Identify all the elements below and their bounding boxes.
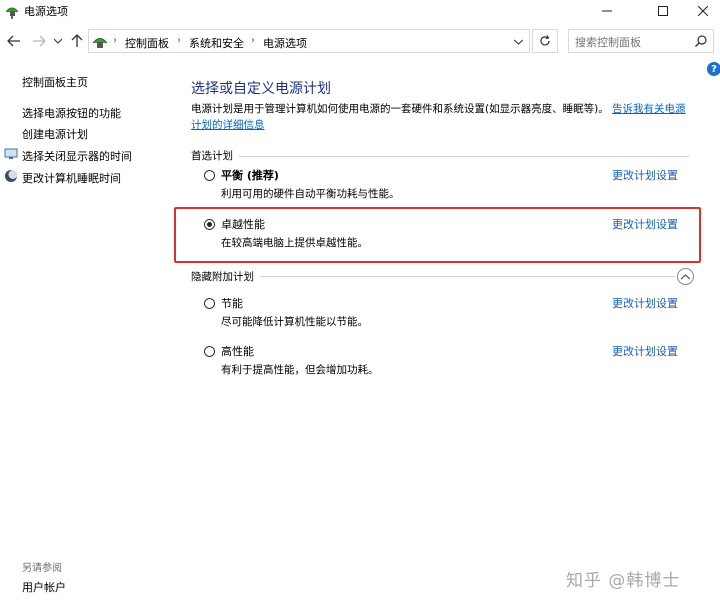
hidden-plans-label: 隐藏附加计划 <box>191 269 260 284</box>
plan-desc-ultimate-performance: 在较高端电脑上提供卓越性能。 <box>221 237 368 249</box>
refresh-button[interactable] <box>532 29 558 53</box>
choose-power-button-link[interactable]: 选择电源按钮的功能 <box>22 105 121 121</box>
breadcrumb-separator: › <box>113 35 117 46</box>
plan-desc-power-saver: 尽可能降低计算机性能以节能。 <box>221 316 368 328</box>
breadcrumb-separator: › <box>251 35 255 46</box>
close-button[interactable] <box>680 0 720 22</box>
page-description: 电源计划是用于管理计算机如何使用电源的一套硬件和系统设置(如显示器亮度、睡眠等)… <box>191 101 691 133</box>
up-button[interactable] <box>68 31 86 51</box>
page-title: 选择或自定义电源计划 <box>191 81 331 97</box>
breadcrumb-system-security[interactable]: 系统和安全 <box>189 35 244 51</box>
radio-ultimate-performance[interactable] <box>204 219 215 230</box>
arrow-left-icon <box>7 35 20 47</box>
monitor-icon <box>4 148 18 159</box>
breadcrumb-separator: › <box>177 35 181 46</box>
arrow-right-icon <box>33 35 46 47</box>
preferred-plans-label: 首选计划 <box>191 148 239 163</box>
forward-button[interactable] <box>30 31 48 51</box>
breadcrumb-control-panel[interactable]: 控制面板 <box>125 35 169 51</box>
maximize-icon <box>658 6 668 16</box>
help-icon[interactable]: ? <box>707 62 720 76</box>
recent-locations-button[interactable] <box>52 31 64 51</box>
divider <box>191 156 689 157</box>
minimize-button[interactable] <box>584 0 630 22</box>
radio-balanced[interactable] <box>204 170 215 181</box>
search-icon <box>695 35 707 47</box>
chevron-up-icon <box>681 273 690 279</box>
see-also-heading: 另请参阅 <box>22 563 62 574</box>
address-bar[interactable]: › 控制面板 › 系统和安全 › 电源选项 <box>88 29 530 53</box>
description-text: 电源计划是用于管理计算机如何使用电源的一套硬件和系统设置(如显示器亮度、睡眠等)… <box>191 103 609 115</box>
radio-power-saver[interactable] <box>204 298 215 309</box>
title-bar: 电源选项 <box>0 0 720 22</box>
minimize-icon <box>602 10 612 12</box>
moon-icon <box>5 170 18 182</box>
address-dropdown-button[interactable] <box>509 34 527 50</box>
back-button[interactable] <box>5 31 23 51</box>
radio-high-performance[interactable] <box>204 346 215 357</box>
plan-name-ultimate-performance[interactable]: 卓越性能 <box>221 216 265 232</box>
create-power-plan-link[interactable]: 创建电源计划 <box>22 126 88 142</box>
divider <box>191 276 675 277</box>
change-plan-settings-balanced-link[interactable]: 更改计划设置 <box>612 167 678 183</box>
arrow-up-icon <box>71 34 83 47</box>
control-panel-icon <box>92 38 108 48</box>
search-input[interactable] <box>575 34 687 50</box>
collapse-hidden-plans-button[interactable] <box>677 268 694 285</box>
chevron-down-icon <box>513 39 523 45</box>
change-plan-settings-power-saver-link[interactable]: 更改计划设置 <box>612 295 678 311</box>
window-title: 电源选项 <box>24 5 68 18</box>
control-panel-home-link[interactable]: 控制面板主页 <box>22 74 88 90</box>
plan-name-high-performance[interactable]: 高性能 <box>221 343 254 359</box>
change-plan-settings-ultimate-link[interactable]: 更改计划设置 <box>612 216 678 232</box>
user-accounts-link[interactable]: 用户帐户 <box>22 579 66 595</box>
watermark: 知乎 @韩博士 <box>566 571 681 591</box>
plan-name-power-saver[interactable]: 节能 <box>221 295 243 311</box>
plan-desc-balanced: 利用可用的硬件自动平衡功耗与性能。 <box>221 188 400 200</box>
plan-desc-high-performance: 有利于提高性能，但会增加功耗。 <box>221 364 379 376</box>
close-icon <box>698 6 708 16</box>
navigation-bar: › 控制面板 › 系统和安全 › 电源选项 <box>0 27 720 55</box>
plan-name-balanced[interactable]: 平衡 (推荐) <box>221 167 279 183</box>
sleep-time-link[interactable]: 更改计算机睡眠时间 <box>22 170 121 186</box>
chevron-down-icon <box>54 38 62 44</box>
power-options-icon <box>5 7 19 19</box>
search-box[interactable] <box>568 29 714 53</box>
display-off-time-link[interactable]: 选择关闭显示器的时间 <box>22 148 132 164</box>
change-plan-settings-high-performance-link[interactable]: 更改计划设置 <box>612 343 678 359</box>
refresh-icon <box>540 35 550 46</box>
breadcrumb-power-options[interactable]: 电源选项 <box>263 35 307 51</box>
